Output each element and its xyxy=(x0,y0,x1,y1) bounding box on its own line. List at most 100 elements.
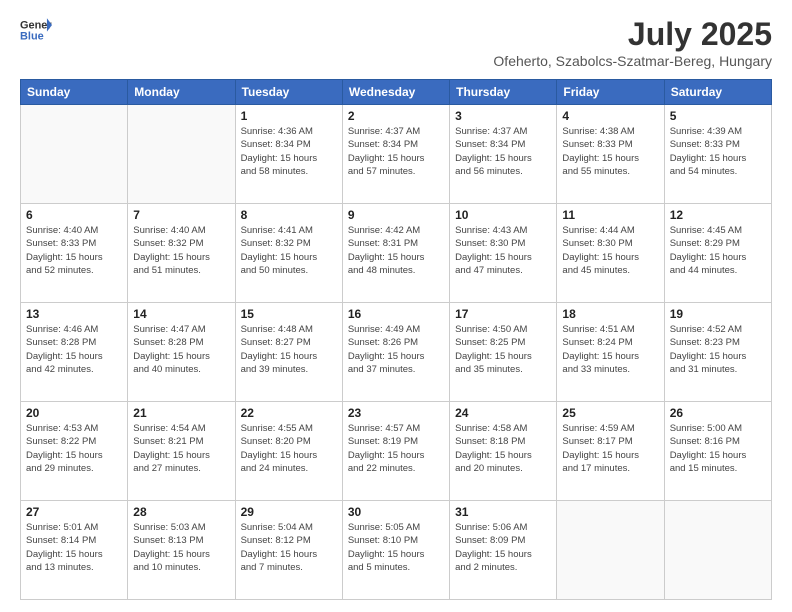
calendar-cell: 7Sunrise: 4:40 AM Sunset: 8:32 PM Daylig… xyxy=(128,204,235,303)
day-number: 20 xyxy=(26,406,122,420)
calendar-cell: 28 Sunrise: 5:03 AM Sunset: 8:13 PM Dayli… xyxy=(128,501,235,600)
day-detail: Sunrise: 4:57 AM Sunset: 8:19 PM Dayligh… xyxy=(348,422,444,475)
calendar-cell: 27 Sunrise: 5:01 AM Sunset: 8:14 PM Dayli… xyxy=(21,501,128,600)
column-header-wednesday: Wednesday xyxy=(342,80,449,105)
day-detail: Sunrise: 4:42 AM Sunset: 8:31 PM Dayligh… xyxy=(348,224,444,277)
day-number: 11 xyxy=(562,208,658,222)
day-detail: Sunrise: 4:36 AM Sunset: 8:34 PM Dayligh… xyxy=(241,125,337,178)
calendar-cell: 26 Sunrise: 5:00 AM Sunset: 8:16 PM Dayli… xyxy=(664,402,771,501)
day-detail: Sunrise: 4:45 AM Sunset: 8:29 PM Dayligh… xyxy=(670,224,766,277)
day-detail: Sunrise: 4:47 AM Sunset: 8:28 PM Dayligh… xyxy=(133,323,229,376)
page: General Blue July 2025 Ofeherto, Szabolc… xyxy=(0,0,792,612)
calendar-week-2: 6 Sunrise: 4:40 AM Sunset: 8:33 PM Daylig… xyxy=(21,204,772,303)
day-number: 16 xyxy=(348,307,444,321)
calendar-cell: 4 Sunrise: 4:38 AM Sunset: 8:33 PM Daylig… xyxy=(557,105,664,204)
calendar-cell: 22Sunrise: 4:55 AM Sunset: 8:20 PM Dayli… xyxy=(235,402,342,501)
day-detail: Sunrise: 4:43 AM Sunset: 8:30 PM Dayligh… xyxy=(455,224,551,277)
calendar-cell: 5 Sunrise: 4:39 AM Sunset: 8:33 PM Daylig… xyxy=(664,105,771,204)
calendar-cell: 13 Sunrise: 4:46 AM Sunset: 8:28 PM Dayli… xyxy=(21,303,128,402)
header: General Blue July 2025 Ofeherto, Szabolc… xyxy=(20,16,772,69)
day-number: 17 xyxy=(455,307,551,321)
generalblue-logo-icon: General Blue xyxy=(20,16,52,44)
calendar-cell: 19 Sunrise: 4:52 AM Sunset: 8:23 PM Dayli… xyxy=(664,303,771,402)
logo: General Blue xyxy=(20,16,52,44)
calendar-cell: 30Sunrise: 5:05 AM Sunset: 8:10 PM Dayli… xyxy=(342,501,449,600)
day-detail: Sunrise: 4:51 AM Sunset: 8:24 PM Dayligh… xyxy=(562,323,658,376)
day-number: 19 xyxy=(670,307,766,321)
calendar-week-3: 13 Sunrise: 4:46 AM Sunset: 8:28 PM Dayli… xyxy=(21,303,772,402)
day-number: 28 xyxy=(133,505,229,519)
day-number: 31 xyxy=(455,505,551,519)
day-detail: Sunrise: 4:49 AM Sunset: 8:26 PM Dayligh… xyxy=(348,323,444,376)
column-header-friday: Friday xyxy=(557,80,664,105)
calendar-cell: 23Sunrise: 4:57 AM Sunset: 8:19 PM Dayli… xyxy=(342,402,449,501)
day-number: 15 xyxy=(241,307,337,321)
calendar-cell xyxy=(557,501,664,600)
day-detail: Sunrise: 4:52 AM Sunset: 8:23 PM Dayligh… xyxy=(670,323,766,376)
day-number: 26 xyxy=(670,406,766,420)
day-detail: Sunrise: 4:59 AM Sunset: 8:17 PM Dayligh… xyxy=(562,422,658,475)
day-detail: Sunrise: 5:06 AM Sunset: 8:09 PM Dayligh… xyxy=(455,521,551,574)
day-number: 10 xyxy=(455,208,551,222)
title-location: Ofeherto, Szabolcs-Szatmar-Bereg, Hungar… xyxy=(493,53,772,69)
day-number: 4 xyxy=(562,109,658,123)
calendar-cell: 17Sunrise: 4:50 AM Sunset: 8:25 PM Dayli… xyxy=(450,303,557,402)
day-detail: Sunrise: 4:39 AM Sunset: 8:33 PM Dayligh… xyxy=(670,125,766,178)
calendar-cell xyxy=(128,105,235,204)
day-number: 25 xyxy=(562,406,658,420)
day-detail: Sunrise: 5:01 AM Sunset: 8:14 PM Dayligh… xyxy=(26,521,122,574)
calendar-cell: 14 Sunrise: 4:47 AM Sunset: 8:28 PM Dayli… xyxy=(128,303,235,402)
day-number: 2 xyxy=(348,109,444,123)
day-detail: Sunrise: 5:00 AM Sunset: 8:16 PM Dayligh… xyxy=(670,422,766,475)
calendar-cell: 1 Sunrise: 4:36 AM Sunset: 8:34 PM Daylig… xyxy=(235,105,342,204)
day-number: 5 xyxy=(670,109,766,123)
day-detail: Sunrise: 5:04 AM Sunset: 8:12 PM Dayligh… xyxy=(241,521,337,574)
day-number: 22 xyxy=(241,406,337,420)
day-number: 6 xyxy=(26,208,122,222)
day-number: 12 xyxy=(670,208,766,222)
calendar-cell: 8Sunrise: 4:41 AM Sunset: 8:32 PM Daylig… xyxy=(235,204,342,303)
calendar-cell: 11 Sunrise: 4:44 AM Sunset: 8:30 PM Dayli… xyxy=(557,204,664,303)
column-header-tuesday: Tuesday xyxy=(235,80,342,105)
column-header-thursday: Thursday xyxy=(450,80,557,105)
calendar-table: SundayMondayTuesdayWednesdayThursdayFrid… xyxy=(20,79,772,600)
day-number: 24 xyxy=(455,406,551,420)
calendar-cell: 10 Sunrise: 4:43 AM Sunset: 8:30 PM Dayli… xyxy=(450,204,557,303)
day-number: 3 xyxy=(455,109,551,123)
calendar-cell: 18 Sunrise: 4:51 AM Sunset: 8:24 PM Dayli… xyxy=(557,303,664,402)
day-number: 9 xyxy=(348,208,444,222)
day-detail: Sunrise: 4:54 AM Sunset: 8:21 PM Dayligh… xyxy=(133,422,229,475)
day-detail: Sunrise: 4:46 AM Sunset: 8:28 PM Dayligh… xyxy=(26,323,122,376)
calendar-cell: 2 Sunrise: 4:37 AM Sunset: 8:34 PM Daylig… xyxy=(342,105,449,204)
day-detail: Sunrise: 4:44 AM Sunset: 8:30 PM Dayligh… xyxy=(562,224,658,277)
calendar-cell xyxy=(664,501,771,600)
day-number: 1 xyxy=(241,109,337,123)
day-detail: Sunrise: 4:40 AM Sunset: 8:32 PM Dayligh… xyxy=(133,224,229,277)
day-number: 18 xyxy=(562,307,658,321)
svg-text:Blue: Blue xyxy=(20,30,44,42)
title-block: July 2025 Ofeherto, Szabolcs-Szatmar-Ber… xyxy=(493,16,772,69)
day-detail: Sunrise: 4:38 AM Sunset: 8:33 PM Dayligh… xyxy=(562,125,658,178)
calendar-cell: 9 Sunrise: 4:42 AM Sunset: 8:31 PM Daylig… xyxy=(342,204,449,303)
day-detail: Sunrise: 4:53 AM Sunset: 8:22 PM Dayligh… xyxy=(26,422,122,475)
day-number: 13 xyxy=(26,307,122,321)
calendar-header-row: SundayMondayTuesdayWednesdayThursdayFrid… xyxy=(21,80,772,105)
calendar-cell: 21Sunrise: 4:54 AM Sunset: 8:21 PM Dayli… xyxy=(128,402,235,501)
calendar-cell: 29Sunrise: 5:04 AM Sunset: 8:12 PM Dayli… xyxy=(235,501,342,600)
calendar-week-4: 20 Sunrise: 4:53 AM Sunset: 8:22 PM Dayli… xyxy=(21,402,772,501)
calendar-cell: 31 Sunrise: 5:06 AM Sunset: 8:09 PM Dayli… xyxy=(450,501,557,600)
column-header-saturday: Saturday xyxy=(664,80,771,105)
day-detail: Sunrise: 4:40 AM Sunset: 8:33 PM Dayligh… xyxy=(26,224,122,277)
day-detail: Sunrise: 4:37 AM Sunset: 8:34 PM Dayligh… xyxy=(455,125,551,178)
day-detail: Sunrise: 4:41 AM Sunset: 8:32 PM Dayligh… xyxy=(241,224,337,277)
day-number: 14 xyxy=(133,307,229,321)
day-detail: Sunrise: 5:03 AM Sunset: 8:13 PM Dayligh… xyxy=(133,521,229,574)
title-month: July 2025 xyxy=(493,16,772,53)
day-number: 27 xyxy=(26,505,122,519)
calendar-cell: 15 Sunrise: 4:48 AM Sunset: 8:27 PM Dayli… xyxy=(235,303,342,402)
day-detail: Sunrise: 4:48 AM Sunset: 8:27 PM Dayligh… xyxy=(241,323,337,376)
day-detail: Sunrise: 4:37 AM Sunset: 8:34 PM Dayligh… xyxy=(348,125,444,178)
calendar-cell: 12 Sunrise: 4:45 AM Sunset: 8:29 PM Dayli… xyxy=(664,204,771,303)
column-header-sunday: Sunday xyxy=(21,80,128,105)
day-detail: Sunrise: 4:58 AM Sunset: 8:18 PM Dayligh… xyxy=(455,422,551,475)
